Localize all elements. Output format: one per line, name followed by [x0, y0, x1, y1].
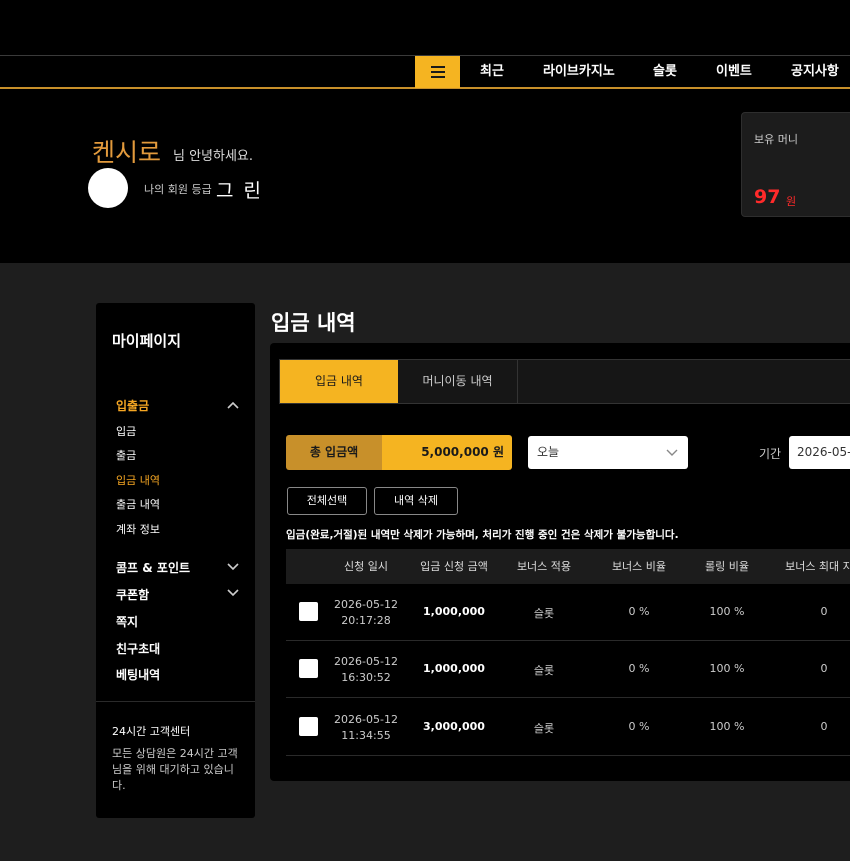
nav-recent[interactable]: 최근 [480, 56, 504, 88]
support-title: 24시간 고객센터 [112, 725, 191, 738]
period-label: 기간 [759, 447, 782, 461]
chevron-up-icon[interactable] [226, 400, 240, 410]
user-name: 켄시로 [92, 138, 162, 167]
sidebar-group-deposit[interactable]: 입출금 [116, 397, 149, 414]
menu-button[interactable] [415, 56, 460, 88]
row-amount: 3,000,000 [423, 720, 485, 733]
table-row: 2026-05-12 20:17:28 1,000,000 슬롯 0 % 100… [286, 584, 850, 641]
grade-label: 나의 회원 등급 [144, 183, 212, 196]
main-nav: 최근 라이브카지노 슬롯 이벤트 공지사항 [0, 55, 850, 89]
sidebar-item-bet-history[interactable]: 베팅내역 [116, 666, 160, 683]
chevron-down-icon[interactable] [226, 561, 240, 571]
th-date: 신청 일시 [344, 560, 388, 573]
period-select[interactable]: 오늘 [528, 436, 688, 469]
table-row: 2026-05-12 11:34:55 3,000,000 슬롯 0 % 100… [286, 699, 850, 756]
row-date: 2026-05-12 20:17:28 [326, 597, 406, 629]
total-deposit: 총 입금액 5,000,000 원 [286, 435, 512, 470]
row-bonus-rate: 0 % [628, 720, 650, 733]
row-date: 2026-05-12 11:34:55 [326, 712, 406, 744]
row-date-day: 2026-05-12 [334, 713, 398, 726]
table-header: 신청 일시 입금 신청 금액 보너스 적용 보너스 비율 롤링 비율 보너스 최… [286, 549, 850, 584]
date-input[interactable]: 2026-05- [789, 436, 850, 469]
row-amount: 1,000,000 [423, 662, 485, 675]
tab-deposit-history[interactable]: 입금 내역 [280, 360, 398, 403]
wallet-unit: 원 [786, 195, 797, 208]
row-checkbox[interactable] [299, 602, 318, 621]
sidebar-item-coupon[interactable]: 쿠폰함 [116, 586, 149, 603]
th-rolling-rate: 롤링 비율 [705, 560, 749, 573]
tab-bar: 입금 내역 머니이동 내역 [279, 359, 850, 404]
top-band [0, 0, 850, 55]
total-deposit-value: 5,000,000 원 [382, 435, 512, 470]
th-bonus-rate: 보너스 비율 [611, 560, 667, 573]
row-bonus: 슬롯 [533, 607, 555, 620]
th-bonus: 보너스 적용 [516, 560, 572, 573]
sidebar-divider [96, 701, 255, 702]
row-amount: 1,000,000 [423, 605, 485, 618]
mypage-sidebar: 마이페이지 입출금 입금 출금 입금 내역 출금 내역 계좌 정보 콤프 & 포… [96, 303, 255, 818]
wallet-card: 보유 머니 97 원 [741, 112, 850, 217]
hamburger-icon [430, 66, 445, 78]
row-rolling-rate: 100 % [709, 720, 745, 733]
table-row: 2026-05-12 16:30:52 1,000,000 슬롯 0 % 100… [286, 641, 850, 698]
chevron-down-icon [666, 449, 678, 456]
row-checkbox[interactable] [299, 717, 318, 736]
row-date-time: 20:17:28 [341, 614, 391, 627]
avatar [88, 168, 128, 208]
delete-history-button[interactable]: 내역 삭제 [374, 487, 458, 515]
sidebar-item-comp-point[interactable]: 콤프 & 포인트 [116, 559, 190, 576]
total-deposit-label: 총 입금액 [286, 435, 382, 470]
sidebar-item-deposit[interactable]: 입금 [116, 423, 136, 439]
row-rolling-rate: 100 % [709, 662, 745, 675]
user-hero: 켄시로 님 안녕하세요. 나의 회원 등급 그 린 보유 머니 97 원 [0, 89, 850, 263]
nav-event[interactable]: 이벤트 [716, 56, 752, 88]
sidebar-item-withdraw[interactable]: 출금 [116, 447, 136, 463]
row-date-time: 16:30:52 [341, 671, 391, 684]
greeting-text: 님 안녕하세요. [173, 149, 254, 164]
page-root: 최근 라이브카지노 슬롯 이벤트 공지사항 켄시로 님 안녕하세요. 나의 회원… [0, 0, 850, 861]
nav-slot[interactable]: 슬롯 [653, 56, 677, 88]
row-rolling-rate: 100 % [709, 605, 745, 618]
row-bonus: 슬롯 [533, 722, 555, 735]
row-max-bonus: 0 [820, 720, 828, 733]
deposit-history-panel: 입금 내역 머니이동 내역 총 입금액 5,000,000 원 오늘 기간 20… [270, 343, 850, 781]
row-date: 2026-05-12 16:30:52 [326, 654, 406, 686]
wallet-label: 보유 머니 [754, 133, 798, 146]
row-bonus-rate: 0 % [628, 662, 650, 675]
select-all-button[interactable]: 전체선택 [287, 487, 367, 515]
grade-value: 그 린 [216, 180, 263, 202]
th-amount: 입금 신청 금액 [420, 560, 488, 573]
page-title: 입금 내역 [271, 311, 356, 335]
row-max-bonus: 0 [820, 662, 828, 675]
sidebar-item-withdraw-history[interactable]: 출금 내역 [116, 496, 160, 512]
th-max-bonus: 보너스 최대 지급 [785, 560, 850, 573]
nav-notice[interactable]: 공지사항 [791, 56, 839, 88]
row-bonus-rate: 0 % [628, 605, 650, 618]
period-select-value: 오늘 [537, 445, 560, 459]
row-date-day: 2026-05-12 [334, 598, 398, 611]
chevron-down-icon[interactable] [226, 587, 240, 597]
row-bonus: 슬롯 [533, 664, 555, 677]
sidebar-title: 마이페이지 [112, 332, 182, 350]
sidebar-item-message[interactable]: 쪽지 [116, 613, 138, 630]
nav-live-casino[interactable]: 라이브카지노 [543, 56, 615, 88]
sidebar-item-deposit-history[interactable]: 입금 내역 [116, 472, 160, 488]
delete-notice: 입금(완료,거절)된 내역만 삭제가 가능하며, 처리가 진행 중인 건은 삭제… [286, 529, 679, 541]
row-date-day: 2026-05-12 [334, 655, 398, 668]
row-checkbox[interactable] [299, 659, 318, 678]
support-text: 모든 상담원은 24시간 고객님을 위해 대기하고 있습니다. [112, 747, 238, 792]
tab-money-transfer[interactable]: 머니이동 내역 [398, 360, 518, 403]
row-date-time: 11:34:55 [341, 729, 391, 742]
wallet-amount: 97 [754, 186, 781, 208]
row-max-bonus: 0 [820, 605, 828, 618]
sidebar-item-invite[interactable]: 친구초대 [116, 640, 160, 657]
sidebar-item-account-info[interactable]: 계좌 정보 [116, 521, 160, 537]
